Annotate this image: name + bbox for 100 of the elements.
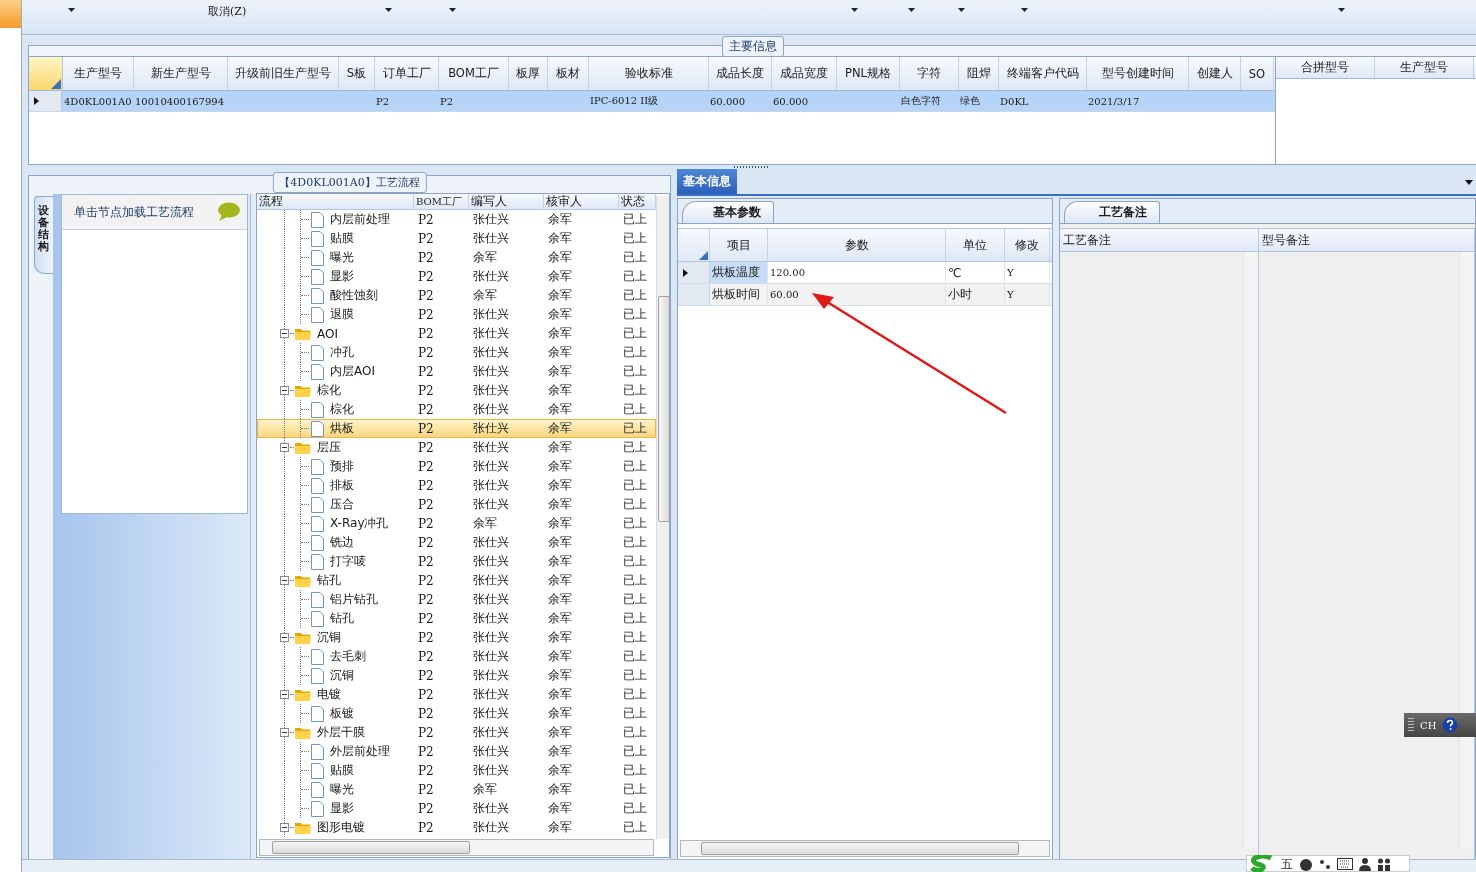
column-header[interactable]: PNL规格 [837, 57, 900, 90]
column-header[interactable]: SO [1241, 57, 1274, 90]
tree-row[interactable]: 图形电镀 P2 张仕兴 余军 已上 [257, 818, 656, 837]
tree-row[interactable]: 板镀 P2 张仕兴 余军 已上 [257, 704, 656, 723]
table-row[interactable]: 4D0KL001A0 10010400167994 P2 P2 IPC-6012 II级 60.000 60.000 白色字符 绿色 D0KL 2021/3/17 [29, 91, 1275, 112]
column-header[interactable]: 创建人 [1189, 57, 1241, 90]
horizontal-scrollbar[interactable] [680, 840, 1050, 857]
keyboard-icon[interactable] [1337, 857, 1353, 870]
column-header[interactable]: S板 [339, 57, 375, 90]
collapse-icon[interactable] [280, 329, 289, 338]
tree-row[interactable]: 铣边 P2 张仕兴 余军 已上 [257, 533, 656, 552]
full-width-icon[interactable] [1299, 856, 1313, 871]
tree-row[interactable]: 烘板 P2 张仕兴 余军 已上 [257, 419, 656, 438]
column-header[interactable]: 终端客户代码 [999, 57, 1087, 90]
column-header[interactable]: 升级前旧生产型号 [228, 57, 339, 90]
collapse-icon[interactable] [280, 443, 289, 452]
tree-row[interactable]: 沉铜 P2 张仕兴 余军 已上 [257, 628, 656, 647]
column-header[interactable]: 成品长度 [709, 57, 772, 90]
tree-row[interactable]: 排板 P2 张仕兴 余军 已上 [257, 476, 656, 495]
column-header[interactable]: 字符 [900, 57, 959, 90]
input-mode-indicator[interactable]: 五 [1281, 856, 1293, 871]
collapse-icon[interactable] [280, 728, 289, 737]
column-header[interactable]: 生产型号 [1375, 57, 1474, 78]
collapse-icon[interactable] [280, 386, 289, 395]
column-header[interactable]: 验收标准 [589, 57, 709, 90]
tree-row[interactable]: 钻孔 P2 张仕兴 余军 已上 [257, 609, 656, 628]
dropdown-caret-icon[interactable] [1338, 8, 1345, 12]
column-header[interactable]: 核审人 [544, 194, 619, 209]
column-header[interactable]: 阻焊 [959, 57, 999, 90]
dropdown-caret-icon[interactable] [908, 8, 915, 12]
tree-row[interactable]: 外层干膜 P2 张仕兴 余军 已上 [257, 723, 656, 742]
column-header[interactable]: 修改 [1005, 229, 1050, 261]
cancel-button[interactable]: 取消(Z) [208, 4, 254, 19]
column-header[interactable]: 编写人 [469, 194, 544, 209]
tree-row[interactable]: 铝片钻孔 P2 张仕兴 余军 已上 [257, 590, 656, 609]
tree-row[interactable]: 退膜 P2 张仕兴 余军 已上 [257, 305, 656, 324]
dropdown-caret-icon[interactable] [1021, 8, 1028, 12]
vertical-tab[interactable]: 设备结构 [33, 196, 53, 274]
splitter-handle[interactable] [734, 166, 770, 168]
tree-row[interactable]: 钻孔 P2 张仕兴 余军 已上 [257, 571, 656, 590]
dropdown-caret-icon[interactable] [68, 8, 75, 12]
tree-row[interactable]: 压合 P2 张仕兴 余军 已上 [257, 495, 656, 514]
tree-row[interactable]: 酸性蚀刻 P2 余军 余军 已上 [257, 286, 656, 305]
column-header[interactable]: BOM工厂 [414, 194, 469, 209]
tree-row[interactable]: 沉铜 P2 张仕兴 余军 已上 [257, 666, 656, 685]
column-header[interactable]: 成品宽度 [772, 57, 837, 90]
column-header[interactable]: 板厚 [509, 57, 548, 90]
tree-row[interactable]: X-Ray冲孔 P2 余军 余军 已上 [257, 514, 656, 533]
tree-row[interactable]: 曝光 P2 余军 余军 已上 [257, 780, 656, 799]
tree-row[interactable]: 贴膜 P2 张仕兴 余军 已上 [257, 229, 656, 248]
column-header[interactable]: 生产型号 [63, 57, 134, 90]
column-header[interactable]: 订单工厂 [375, 57, 439, 90]
language-indicator[interactable]: CH [1420, 719, 1437, 731]
column-header[interactable]: 工艺备注 [1060, 228, 1258, 252]
column-header[interactable]: 流程 [257, 194, 414, 209]
column-header[interactable]: 型号创建时间 [1087, 57, 1189, 90]
tree-row[interactable]: 曝光 P2 余军 余军 已上 [257, 248, 656, 267]
horizontal-scrollbar[interactable] [259, 839, 654, 856]
tab[interactable]: 基本参数 [682, 201, 774, 223]
tree-row[interactable]: 层压 P2 张仕兴 余军 已上 [257, 438, 656, 457]
tree-row[interactable]: 显影 P2 张仕兴 余军 已上 [257, 267, 656, 286]
dropdown-caret-icon[interactable] [1465, 180, 1473, 185]
column-header[interactable]: 单位 [946, 229, 1005, 261]
grid-icon[interactable] [1377, 856, 1391, 871]
dropdown-caret-icon[interactable] [449, 8, 456, 12]
collapse-icon[interactable] [280, 823, 289, 832]
dropdown-caret-icon[interactable] [851, 8, 858, 12]
tree-row[interactable]: 内层AOI P2 张仕兴 余军 已上 [257, 362, 656, 381]
column-header[interactable]: 板材 [548, 57, 589, 90]
tree-row[interactable]: 去毛刺 P2 张仕兴 余军 已上 [257, 647, 656, 666]
dropdown-caret-icon[interactable] [385, 8, 392, 12]
dropdown-caret-icon[interactable] [958, 8, 965, 12]
collapse-icon[interactable] [280, 633, 289, 642]
collapse-icon[interactable] [280, 576, 289, 585]
column-header[interactable]: 项目 [710, 229, 768, 261]
help-icon[interactable] [1442, 717, 1459, 733]
table-cell: 余军 [548, 572, 572, 589]
vertical-scrollbar[interactable] [656, 196, 669, 839]
tree-row[interactable]: 外层前处理 P2 张仕兴 余军 已上 [257, 742, 656, 761]
tree-row[interactable]: 内层前处理 P2 张仕兴 余军 已上 [257, 210, 656, 229]
tree-row[interactable]: 冲孔 P2 张仕兴 余军 已上 [257, 343, 656, 362]
table-row[interactable]: 烘板时间 60.00 小时 Y [678, 284, 1052, 306]
column-header[interactable]: 合拼型号 [1276, 57, 1375, 78]
tree-row[interactable]: AOI P2 张仕兴 余军 已上 [257, 324, 656, 343]
tree-row[interactable]: 棕化 P2 张仕兴 余军 已上 [257, 381, 656, 400]
column-header[interactable]: 新生产型号 [134, 57, 228, 90]
tree-row[interactable]: 电镀 P2 张仕兴 余军 已上 [257, 685, 656, 704]
collapse-icon[interactable] [280, 690, 289, 699]
tree-row[interactable]: 打字唛 P2 张仕兴 余军 已上 [257, 552, 656, 571]
ime-logo-icon[interactable] [1249, 855, 1275, 872]
tab[interactable]: 基本信息 [677, 169, 737, 194]
tree-row[interactable]: 贴膜 P2 张仕兴 余军 已上 [257, 761, 656, 780]
user-icon[interactable] [1359, 856, 1371, 871]
column-header[interactable]: 参数 [768, 229, 946, 261]
tree-row[interactable]: 预排 P2 张仕兴 余军 已上 [257, 457, 656, 476]
column-header[interactable]: 型号备注 [1259, 228, 1474, 252]
column-header[interactable]: BOM工厂 [439, 57, 509, 90]
tab[interactable]: 工艺备注 [1064, 201, 1160, 223]
select-all-corner[interactable] [29, 57, 63, 90]
tree-row[interactable]: 显影 P2 张仕兴 余军 已上 [257, 799, 656, 818]
